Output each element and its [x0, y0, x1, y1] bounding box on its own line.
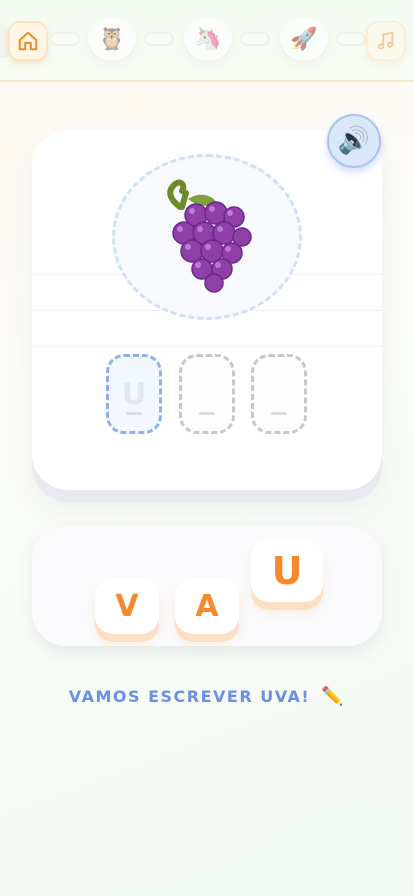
- progress-connector: [336, 32, 366, 46]
- unicorn-icon: 🦄: [194, 26, 222, 52]
- slot-hint-letter: U: [121, 376, 147, 412]
- stage-owl[interactable]: 🦉: [88, 18, 136, 60]
- progress-connector: [50, 32, 80, 46]
- pencil-icon: ✏️: [321, 686, 346, 707]
- letter-slot-3[interactable]: [251, 354, 307, 434]
- rocket-icon: 🚀: [290, 26, 318, 52]
- writing-guide-line: [32, 346, 382, 347]
- level-progress-bar: 🦉 🦄 🚀: [0, 0, 414, 82]
- stage-unicorn[interactable]: 🦄: [184, 18, 232, 60]
- letter-tile-v[interactable]: V: [95, 578, 159, 634]
- letter-tile-a[interactable]: A: [175, 578, 239, 634]
- letter-tray: V A U: [32, 526, 382, 646]
- grapes-icon: [167, 179, 252, 293]
- music-note-icon: [377, 31, 394, 50]
- progress-connector: [144, 32, 174, 46]
- letter-slot-2[interactable]: [179, 354, 235, 434]
- instruction-text: VAMOS ESCREVER UVA! ✏️: [0, 686, 414, 707]
- letter-tile-u[interactable]: U: [251, 540, 323, 602]
- letter-slot-1[interactable]: U: [106, 354, 162, 434]
- play-sound-button[interactable]: 🔊: [327, 114, 381, 168]
- instruction-label: VAMOS ESCREVER UVA!: [68, 687, 311, 706]
- slot-baseline: [271, 412, 287, 415]
- owl-icon: 🦉: [98, 26, 126, 52]
- music-button[interactable]: [366, 21, 406, 61]
- slot-baseline: [199, 412, 215, 415]
- word-card: U: [32, 130, 382, 490]
- speaker-icon: 🔊: [337, 126, 371, 156]
- stage-rocket[interactable]: 🚀: [280, 18, 328, 60]
- progress-connector: [240, 32, 270, 46]
- slot-baseline: [126, 412, 142, 415]
- home-icon: [18, 31, 38, 51]
- home-button[interactable]: [8, 21, 48, 61]
- word-image-frame: [112, 154, 302, 320]
